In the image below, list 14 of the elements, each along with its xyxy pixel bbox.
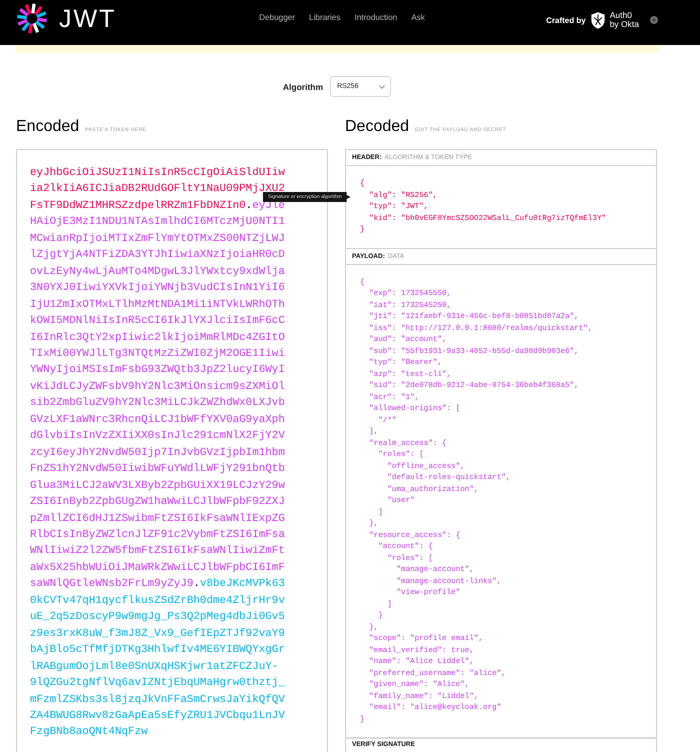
algorithm-label: Algorithm bbox=[282, 82, 324, 92]
nav-link[interactable]: Ask bbox=[411, 12, 425, 23]
shield-icon bbox=[590, 12, 605, 28]
logo-wordmark[interactable]: JWT bbox=[59, 4, 116, 32]
section-title: Decoded bbox=[345, 117, 410, 137]
section-title: Encoded bbox=[16, 117, 80, 137]
chevron-down-icon bbox=[379, 84, 386, 88]
pinwheel-logo-icon[interactable] bbox=[16, 3, 48, 34]
circle-icon[interactable] bbox=[650, 16, 658, 24]
brand-name[interactable]: Auth0 by Okta bbox=[610, 11, 639, 29]
nav-link[interactable]: Libraries bbox=[309, 12, 340, 23]
nav-link[interactable]: Debugger bbox=[259, 12, 296, 23]
nav-link[interactable]: Introduction bbox=[354, 12, 398, 23]
credit-label: Crafted by bbox=[546, 16, 586, 24]
